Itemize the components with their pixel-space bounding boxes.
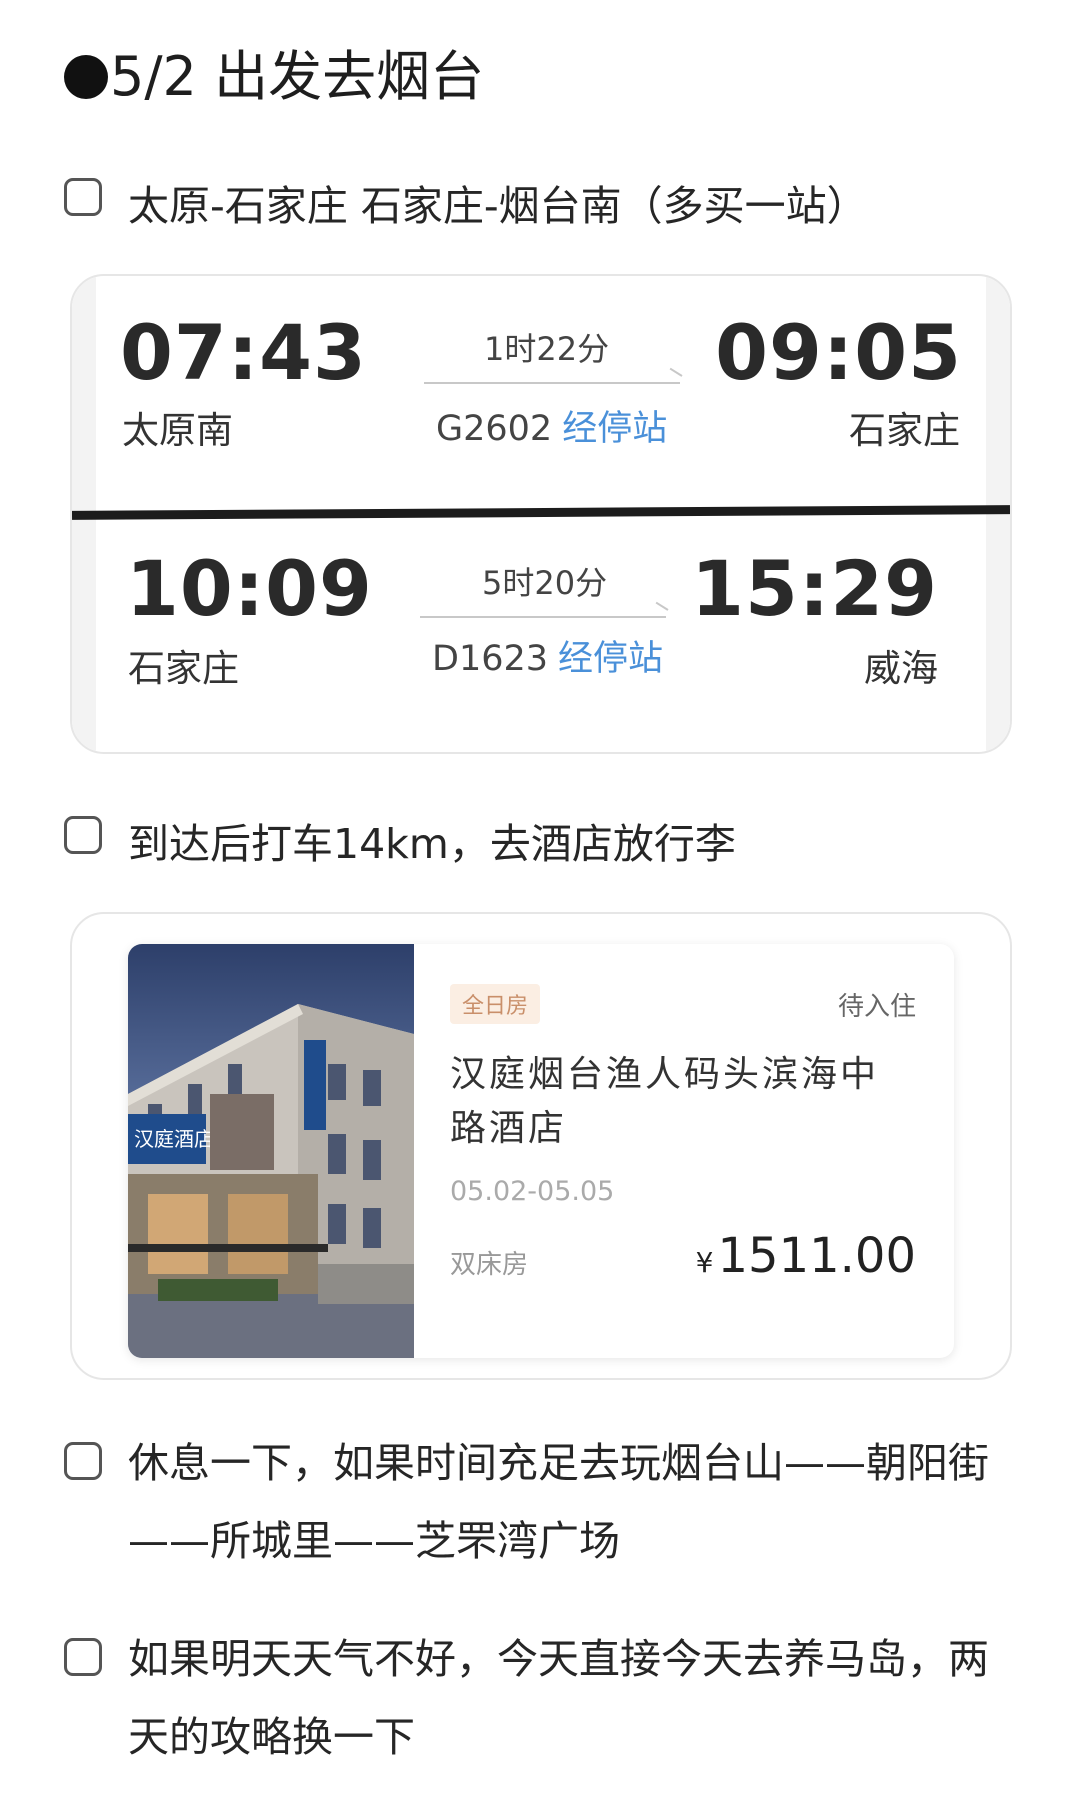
trip-duration: 1时22分 xyxy=(484,330,610,368)
direction-arrow-icon xyxy=(424,382,680,384)
stay-dates: 05.02-05.05 xyxy=(450,1176,615,1207)
departure-station: 石家庄 xyxy=(128,647,239,690)
todo-item: 休息一下，如果时间充足去玩烟台山——朝阳街——所城里——芝罘湾广场 xyxy=(64,1424,1008,1580)
todo-checkbox[interactable] xyxy=(64,1638,102,1676)
hotel-order[interactable]: 汉庭酒店 全日房 待入住 汉庭烟台渔人码头滨海中路酒店 05.02-05.05 … xyxy=(128,944,954,1358)
hotel-info: 全日房 待入住 汉庭烟台渔人码头滨海中路酒店 05.02-05.05 双床房 ¥… xyxy=(414,944,954,1358)
room-badge: 全日房 xyxy=(450,984,541,1024)
train-number-text: G2602 xyxy=(436,409,553,449)
todo-text: 休息一下，如果时间充足去玩烟台山——朝阳街——所城里——芝罘湾广场 xyxy=(128,1439,989,1565)
direction-arrow-icon xyxy=(420,616,666,618)
price: ¥1511.00 xyxy=(696,1228,916,1284)
todo-text: 太原-石家庄 石家庄-烟台南（多买一站） xyxy=(128,182,868,230)
price-amount: 1511.00 xyxy=(717,1228,917,1284)
room-type: 双床房 xyxy=(450,1250,529,1280)
departure-time: 07:43 xyxy=(120,308,367,397)
todo-text: 如果明天天气不好，今天直接今天去养马岛，两天的攻略换一下 xyxy=(128,1635,989,1761)
train-leg: 10:09 石家庄 5时20分 D1623 经停站 15:29 威海 xyxy=(72,518,1010,752)
stops-link[interactable]: 经停站 xyxy=(562,409,667,449)
hotel-name[interactable]: 汉庭烟台渔人码头滨海中路酒店 xyxy=(450,1048,890,1156)
departure-time: 10:09 xyxy=(126,544,373,633)
train-leg: 07:43 太原南 1时22分 G2602 经停站 09:05 石家庄 xyxy=(72,276,1010,508)
hotel-booking-card[interactable]: 汉庭酒店 全日房 待入住 汉庭烟台渔人码头滨海中路酒店 05.02-05.05 … xyxy=(70,912,1012,1380)
hotel-sign-text: 汉庭酒店 xyxy=(134,1127,214,1151)
bullet-dot-icon xyxy=(64,55,108,99)
arrival-time: 09:05 xyxy=(715,308,962,397)
todo-item: 如果明天天气不好，今天直接今天去养马岛，两天的攻略换一下 xyxy=(64,1620,1008,1776)
todo-checkbox[interactable] xyxy=(64,178,102,216)
currency-symbol: ¥ xyxy=(695,1246,714,1279)
arrival-time: 15:29 xyxy=(691,544,938,633)
departure-station: 太原南 xyxy=(122,409,233,452)
train-number: G2602 经停站 xyxy=(436,400,667,451)
arrival-station: 威海 xyxy=(864,647,938,690)
order-status: 待入住 xyxy=(837,992,916,1022)
arrival-station: 石家庄 xyxy=(849,409,960,452)
train-number-text: D1623 xyxy=(432,639,549,679)
todo-checkbox[interactable] xyxy=(64,816,102,854)
todo-item: 到达后打车14km，去酒店放行李 xyxy=(64,810,736,870)
page-title-text: 5/2 出发去烟台 xyxy=(110,45,485,108)
todo-text: 到达后打车14km，去酒店放行李 xyxy=(128,820,736,868)
train-ticket-card[interactable]: 07:43 太原南 1时22分 G2602 经停站 09:05 石家庄 10:09… xyxy=(70,274,1012,754)
hotel-photo: 汉庭酒店 xyxy=(128,944,414,1358)
todo-item: 太原-石家庄 石家庄-烟台南（多买一站） xyxy=(64,172,868,232)
todo-checkbox[interactable] xyxy=(64,1442,102,1480)
stops-link[interactable]: 经停站 xyxy=(558,639,663,679)
trip-duration: 5时20分 xyxy=(482,564,608,602)
page-title: 5/2 出发去烟台 xyxy=(64,42,484,112)
train-number: D1623 经停站 xyxy=(432,630,663,681)
